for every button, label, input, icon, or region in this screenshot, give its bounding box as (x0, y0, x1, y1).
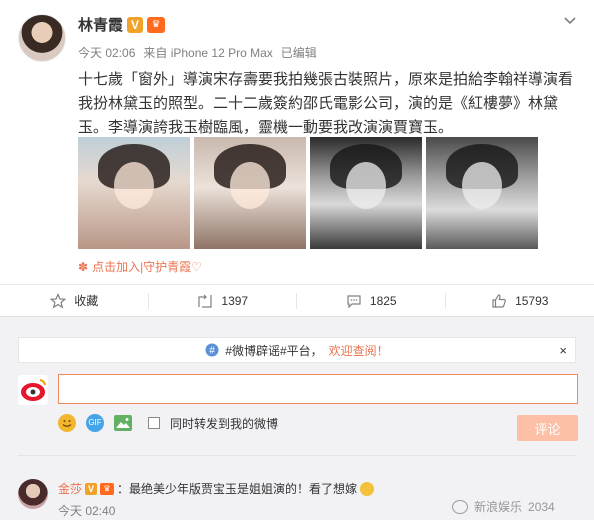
notice-link[interactable]: 欢迎查阅！ (329, 342, 389, 359)
author-avatar[interactable] (18, 14, 66, 62)
fan-group-label: 点击加入|守护青霞♡ (92, 260, 202, 274)
landscape-icon (116, 418, 130, 428)
flower-icon: ✽ (78, 259, 89, 274)
commenter-name[interactable]: 金莎 (58, 480, 82, 497)
photo-face-shape (461, 161, 503, 209)
notice-text[interactable]: #微博辟谣#平台， (225, 342, 322, 359)
svg-text:#: # (210, 346, 216, 357)
fan-group-link[interactable]: ✽ 点击加入|守护青霞♡ (78, 258, 202, 275)
rumor-notice: # #微博辟谣#平台， 欢迎查阅！ × (18, 337, 576, 363)
verified-badge-icon[interactable]: V (127, 16, 144, 33)
image-upload-icon[interactable] (114, 415, 132, 431)
comment-time[interactable]: 今天 02:40 (58, 502, 115, 519)
like-button[interactable]: 15793 (446, 285, 594, 316)
action-bar: 收藏 1397 1825 15793 (0, 284, 594, 316)
smile-face-icon (62, 420, 72, 427)
emoji-icon[interactable] (58, 414, 76, 432)
comment-text: ：最绝美少年版贾宝玉是姐姐演的！看了想嫁 (117, 482, 358, 496)
watermark-text: 新浪娱乐 (474, 500, 523, 514)
repost-checkbox[interactable] (148, 417, 160, 429)
post-image-1[interactable] (78, 137, 190, 249)
comment-tools: GIF 同时转发到我的微博 (58, 414, 278, 432)
post-text: 十七歲「窗外」導演宋存壽要我拍幾張古裝照片，原來是拍給李翰祥導演看我扮林黛玉的照… (78, 71, 574, 136)
comment-input[interactable] (58, 374, 578, 404)
post-image-4[interactable] (426, 137, 538, 249)
comment-count: 1825 (369, 293, 397, 308)
star-icon (50, 292, 67, 308)
my-avatar[interactable] (18, 375, 48, 405)
close-icon[interactable]: × (559, 343, 567, 358)
edited-label[interactable]: 已编辑 (281, 44, 317, 61)
comment-panel: # #微博辟谣#平台， 欢迎查阅！ × GIF 同时转发到我的微博 评论 金莎 … (0, 316, 594, 520)
author-header: 林青霞 V ♛ (78, 14, 166, 35)
favorite-button[interactable]: 收藏 (0, 285, 149, 316)
chevron-down-icon[interactable] (562, 12, 578, 28)
post-device: 来自 iPhone 12 Pro Max (143, 46, 273, 60)
laugh-emoji-icon (360, 481, 375, 496)
favorite-label: 收藏 (74, 294, 99, 308)
watermark: 新浪娱乐 2034 (452, 498, 555, 515)
image-grid (78, 137, 538, 249)
watermark-count: 2034 (528, 499, 555, 514)
comment-item: 金莎 V ♛ ：最绝美少年版贾宝玉是姐姐演的！看了想嫁 (58, 480, 375, 497)
post-time[interactable]: 今天 02:06 (78, 44, 135, 61)
vip-crown-icon: ♛ (100, 482, 115, 495)
weibo-watermark-icon (452, 499, 468, 514)
photo-face-shape (229, 161, 271, 209)
verified-badge-icon: V (85, 482, 98, 495)
thumbs-up-icon (492, 293, 506, 308)
author-name[interactable]: 林青霞 (78, 14, 123, 35)
repost-count: 1397 (221, 293, 249, 308)
weibo-logo-icon (21, 379, 46, 401)
repost-button[interactable]: 1397 (149, 285, 297, 316)
photo-face-shape (113, 161, 155, 209)
photo-face-shape (345, 161, 387, 209)
divider (18, 455, 576, 456)
repost-icon (198, 294, 212, 308)
comment-icon (347, 294, 361, 308)
comment-button[interactable]: 1825 (297, 285, 446, 316)
gif-icon[interactable]: GIF (86, 414, 104, 432)
like-count: 15793 (515, 293, 549, 308)
repost-checkbox-label[interactable]: 同时转发到我的微博 (170, 415, 278, 432)
submit-comment-button[interactable]: 评论 (517, 415, 578, 441)
post-meta: 今天 02:06 来自 iPhone 12 Pro Max 已编辑 (78, 44, 317, 61)
post-image-3[interactable] (310, 137, 422, 249)
hash-icon: # (205, 343, 219, 357)
vip-crown-icon[interactable]: ♛ (147, 16, 166, 33)
post-image-2[interactable] (194, 137, 306, 249)
commenter-avatar[interactable] (18, 479, 48, 509)
